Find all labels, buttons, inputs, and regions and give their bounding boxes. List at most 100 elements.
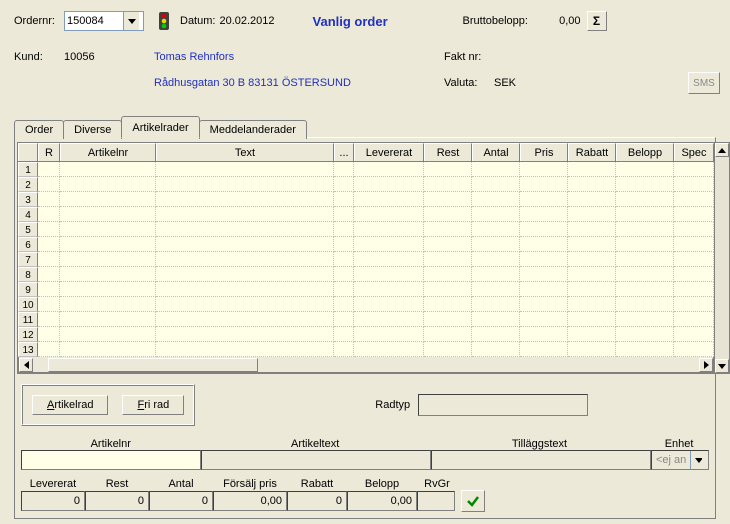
table-row[interactable]: 7 bbox=[18, 252, 714, 267]
grid-cell[interactable] bbox=[674, 192, 714, 207]
grid-cell[interactable] bbox=[472, 327, 520, 342]
grid-cell[interactable] bbox=[38, 162, 60, 177]
artikelrad-button[interactable]: Artikelrad bbox=[32, 395, 108, 415]
column-header[interactable]: Pris bbox=[520, 143, 568, 161]
table-row[interactable]: 4 bbox=[18, 207, 714, 222]
tab-artikelrader[interactable]: Artikelrader bbox=[121, 116, 199, 138]
horizontal-scrollbar[interactable] bbox=[18, 357, 714, 373]
tab-order[interactable]: Order bbox=[14, 120, 64, 139]
grid-cell[interactable] bbox=[60, 207, 156, 222]
rvgr-input[interactable] bbox=[417, 491, 455, 511]
grid-cell[interactable] bbox=[156, 237, 334, 252]
grid-cell[interactable] bbox=[616, 342, 674, 357]
grid-cell[interactable] bbox=[354, 162, 424, 177]
grid-cell[interactable] bbox=[38, 312, 60, 327]
row-number[interactable]: 3 bbox=[18, 192, 38, 207]
grid-cell[interactable] bbox=[568, 177, 616, 192]
grid-cell[interactable] bbox=[38, 237, 60, 252]
grid-cell[interactable] bbox=[156, 192, 334, 207]
grid-cell[interactable] bbox=[60, 177, 156, 192]
column-header[interactable]: Antal bbox=[472, 143, 520, 161]
grid-cell[interactable] bbox=[472, 252, 520, 267]
levererat-input[interactable] bbox=[21, 491, 85, 511]
grid-cell[interactable] bbox=[156, 327, 334, 342]
grid-cell[interactable] bbox=[674, 342, 714, 357]
column-header[interactable]: Rest bbox=[424, 143, 472, 161]
grid-cell[interactable] bbox=[334, 222, 354, 237]
row-number[interactable]: 13 bbox=[18, 342, 38, 357]
grid-cell[interactable] bbox=[334, 192, 354, 207]
grid-cell[interactable] bbox=[334, 162, 354, 177]
grid-cell[interactable] bbox=[424, 162, 472, 177]
artikeltext-input[interactable] bbox=[201, 450, 431, 470]
grid-cell[interactable] bbox=[60, 222, 156, 237]
row-number[interactable]: 8 bbox=[18, 267, 38, 282]
column-header[interactable]: Artikelnr bbox=[60, 143, 156, 161]
grid-cell[interactable] bbox=[520, 282, 568, 297]
grid-cell[interactable] bbox=[60, 327, 156, 342]
grid-cell[interactable] bbox=[520, 177, 568, 192]
grid-cell[interactable] bbox=[616, 267, 674, 282]
grid-cell[interactable] bbox=[38, 177, 60, 192]
artikel-grid[interactable]: RArtikelnrText...LevereratRestAntalPrisR… bbox=[17, 142, 715, 374]
scroll-down-icon[interactable] bbox=[715, 359, 729, 373]
grid-cell[interactable] bbox=[674, 252, 714, 267]
grid-cell[interactable] bbox=[616, 237, 674, 252]
grid-cell[interactable] bbox=[616, 252, 674, 267]
grid-cell[interactable] bbox=[60, 237, 156, 252]
grid-cell[interactable] bbox=[38, 297, 60, 312]
grid-cell[interactable] bbox=[334, 297, 354, 312]
table-row[interactable]: 8 bbox=[18, 267, 714, 282]
antal-input[interactable] bbox=[149, 491, 213, 511]
grid-cell[interactable] bbox=[616, 282, 674, 297]
grid-cell[interactable] bbox=[674, 267, 714, 282]
grid-cell[interactable] bbox=[354, 327, 424, 342]
grid-cell[interactable] bbox=[60, 312, 156, 327]
grid-cell[interactable] bbox=[674, 177, 714, 192]
grid-cell[interactable] bbox=[568, 162, 616, 177]
belopp-input[interactable] bbox=[347, 491, 417, 511]
grid-cell[interactable] bbox=[424, 207, 472, 222]
grid-cell[interactable] bbox=[568, 237, 616, 252]
enhet-dropdown[interactable]: <ej an bbox=[651, 450, 709, 470]
row-number[interactable]: 7 bbox=[18, 252, 38, 267]
grid-cell[interactable] bbox=[472, 267, 520, 282]
row-number[interactable]: 12 bbox=[18, 327, 38, 342]
grid-cell[interactable] bbox=[472, 207, 520, 222]
row-number[interactable]: 5 bbox=[18, 222, 38, 237]
column-header[interactable]: Levererat bbox=[354, 143, 424, 161]
grid-cell[interactable] bbox=[60, 192, 156, 207]
grid-cell[interactable] bbox=[568, 207, 616, 222]
sms-button[interactable]: SMS bbox=[688, 72, 720, 94]
tab-diverse[interactable]: Diverse bbox=[63, 120, 122, 139]
grid-cell[interactable] bbox=[156, 267, 334, 282]
chevron-down-icon[interactable] bbox=[690, 451, 706, 469]
table-row[interactable]: 10 bbox=[18, 297, 714, 312]
grid-cell[interactable] bbox=[674, 207, 714, 222]
grid-cell[interactable] bbox=[520, 207, 568, 222]
grid-cell[interactable] bbox=[568, 327, 616, 342]
grid-cell[interactable] bbox=[334, 267, 354, 282]
grid-cell[interactable] bbox=[568, 297, 616, 312]
grid-cell[interactable] bbox=[354, 192, 424, 207]
grid-cell[interactable] bbox=[60, 297, 156, 312]
grid-cell[interactable] bbox=[674, 312, 714, 327]
grid-cell[interactable] bbox=[616, 222, 674, 237]
rabatt-input[interactable] bbox=[287, 491, 347, 511]
grid-cell[interactable] bbox=[334, 252, 354, 267]
grid-cell[interactable] bbox=[568, 222, 616, 237]
grid-cell[interactable] bbox=[520, 237, 568, 252]
scroll-right-icon[interactable] bbox=[699, 358, 713, 372]
grid-cell[interactable] bbox=[674, 297, 714, 312]
grid-cell[interactable] bbox=[568, 342, 616, 357]
grid-cell[interactable] bbox=[354, 282, 424, 297]
tillaggstext-input[interactable] bbox=[431, 450, 651, 470]
grid-cell[interactable] bbox=[472, 177, 520, 192]
grid-cell[interactable] bbox=[674, 222, 714, 237]
grid-cell[interactable] bbox=[60, 162, 156, 177]
grid-cell[interactable] bbox=[354, 237, 424, 252]
grid-cell[interactable] bbox=[616, 312, 674, 327]
grid-cell[interactable] bbox=[472, 312, 520, 327]
row-number[interactable]: 4 bbox=[18, 207, 38, 222]
table-row[interactable]: 5 bbox=[18, 222, 714, 237]
